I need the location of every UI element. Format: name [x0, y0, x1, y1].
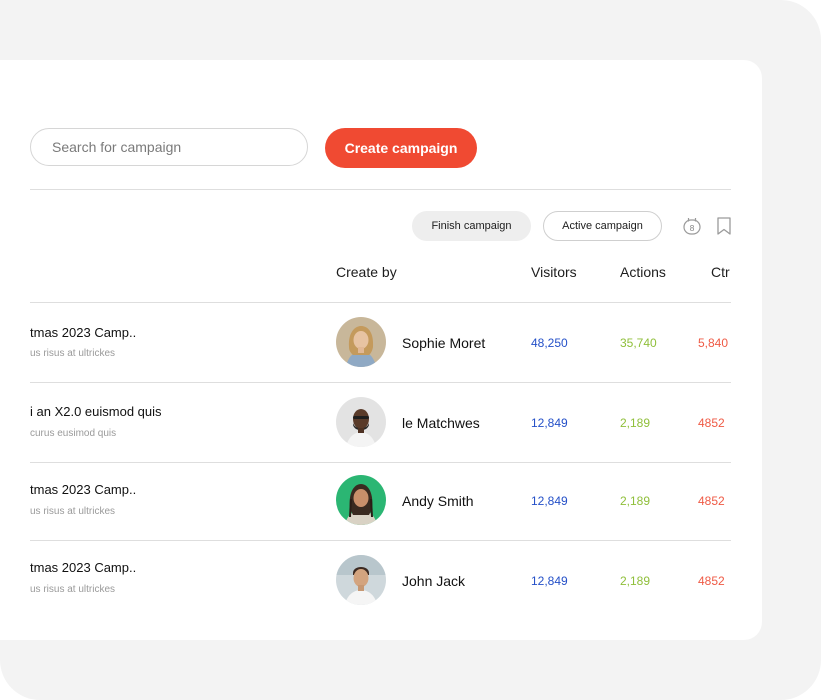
creator-name: John Jack — [402, 573, 466, 589]
campaign-panel: Create campaign Finish campaign Active c… — [0, 60, 762, 640]
ctr-value: 4852 — [698, 494, 725, 508]
actions-value: 35,740 — [620, 336, 657, 350]
actions-value: 2,189 — [620, 494, 651, 508]
avatar — [336, 475, 386, 525]
bookmark-icon[interactable] — [713, 215, 735, 237]
creator-name: Sophie Moret — [402, 335, 486, 351]
finish-campaign-filter[interactable]: Finish campaign — [412, 211, 531, 241]
create-campaign-button[interactable]: Create campaign — [325, 128, 477, 168]
calendar-day: 8 — [689, 224, 694, 233]
column-header-actions: Actions — [620, 264, 666, 280]
avatar — [336, 317, 386, 367]
table-row[interactable]: tmas 2023 Camp.. us risus at ultrickes S… — [0, 302, 762, 382]
ctr-value: 4852 — [698, 416, 725, 430]
active-campaign-filter[interactable]: Active campaign — [543, 211, 662, 241]
avatar — [336, 555, 386, 605]
visitors-value: 48,250 — [531, 336, 568, 350]
visitors-value: 12,849 — [531, 494, 568, 508]
ctr-value: 4852 — [698, 574, 725, 588]
table-row[interactable]: tmas 2023 Camp.. us risus at ultrickes J… — [0, 540, 762, 620]
column-header-visitors: Visitors — [531, 264, 577, 280]
avatar — [336, 397, 386, 447]
actions-value: 2,189 — [620, 574, 651, 588]
table-row[interactable]: i an X2.0 euismod quis curus eusimod qui… — [0, 382, 762, 462]
visitors-value: 12,849 — [531, 574, 568, 588]
campaign-title: tmas 2023 Camp.. — [30, 482, 137, 497]
campaign-subtitle: us risus at ultrickes — [30, 584, 116, 595]
column-header-create-by: Create by — [336, 264, 397, 280]
campaign-subtitle: us risus at ultrickes — [30, 506, 116, 517]
visitors-value: 12,849 — [531, 416, 568, 430]
campaign-subtitle: us risus at ultrickes — [30, 348, 116, 359]
campaign-title: tmas 2023 Camp.. — [30, 560, 137, 575]
creator-name: le Matchwes — [402, 415, 480, 431]
creator-name: Andy Smith — [402, 493, 474, 509]
toolbar-divider — [30, 189, 731, 190]
campaign-title: i an X2.0 euismod quis — [30, 404, 162, 419]
calendar-icon[interactable]: 8 — [681, 215, 703, 237]
campaign-title: tmas 2023 Camp.. — [30, 325, 137, 340]
column-header-ctr: Ctr — [711, 264, 730, 280]
ctr-value: 5,840 — [698, 336, 729, 350]
search-input[interactable] — [30, 128, 308, 166]
campaign-subtitle: curus eusimod quis — [30, 428, 117, 439]
actions-value: 2,189 — [620, 416, 651, 430]
table-row[interactable]: tmas 2023 Camp.. us risus at ultrickes A… — [0, 462, 762, 542]
